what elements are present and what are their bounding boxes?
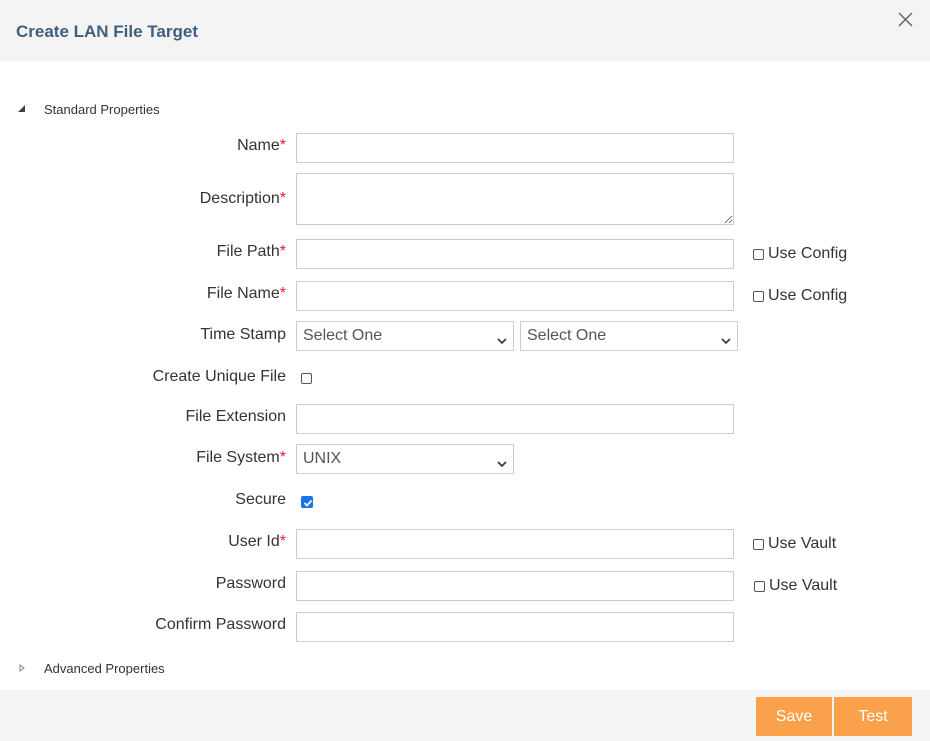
close-icon[interactable] xyxy=(896,10,916,30)
file-name-label: File Name* xyxy=(206,285,286,302)
section-standard-properties[interactable]: Standard Properties xyxy=(16,101,160,117)
file-system-select-value: UNIX xyxy=(303,450,342,467)
section-advanced-label: Advanced Properties xyxy=(44,660,165,676)
file-path-use-config[interactable]: Use Config xyxy=(753,244,847,264)
confirm-password-label: Confirm Password xyxy=(155,616,286,633)
password-label: Password xyxy=(215,575,286,592)
file-extension-label: File Extension xyxy=(185,408,287,425)
file-path-use-config-label: Use Config xyxy=(768,245,848,262)
secure-label: Secure xyxy=(235,491,286,508)
time-stamp-select-1[interactable]: Select One xyxy=(296,321,514,351)
file-name-input[interactable] xyxy=(296,281,734,311)
time-stamp-select-2[interactable]: Select One xyxy=(520,321,738,351)
user-id-input[interactable] xyxy=(296,529,734,559)
name-input[interactable] xyxy=(296,133,734,163)
confirm-password-input[interactable] xyxy=(296,612,734,642)
create-unique-file-checkbox[interactable] xyxy=(301,373,312,384)
caret-down-icon xyxy=(16,103,28,115)
section-standard-label: Standard Properties xyxy=(44,101,160,117)
file-system-label: File System* xyxy=(196,449,286,466)
file-path-use-config-checkbox[interactable] xyxy=(753,248,764,260)
chevron-down-icon xyxy=(497,332,507,345)
file-system-select[interactable]: UNIX xyxy=(296,444,514,474)
description-textarea[interactable] xyxy=(296,173,734,225)
file-name-use-config-label: Use Config xyxy=(768,287,848,304)
create-unique-file-label: Create Unique File xyxy=(152,368,286,385)
user-id-label: User Id* xyxy=(228,533,286,550)
time-stamp-select-1-value: Select One xyxy=(303,327,383,344)
password-use-vault-label: Use Vault xyxy=(769,577,838,594)
checkmark-icon xyxy=(303,499,313,507)
chevron-down-icon xyxy=(721,332,731,345)
time-stamp-select-2-value: Select One xyxy=(527,327,607,344)
password-use-vault[interactable]: Use Vault xyxy=(754,576,837,596)
file-name-use-config[interactable]: Use Config xyxy=(753,286,847,306)
caret-right-icon xyxy=(16,662,28,674)
file-extension-input[interactable] xyxy=(296,404,734,434)
file-name-use-config-checkbox[interactable] xyxy=(753,290,764,302)
test-button[interactable]: Test xyxy=(834,697,912,736)
time-stamp-label: Time Stamp xyxy=(200,326,286,343)
secure-checkbox[interactable] xyxy=(301,496,313,508)
dialog-header: Create LAN File Target xyxy=(0,0,930,61)
user-id-use-vault[interactable]: Use Vault xyxy=(753,534,836,554)
name-label: Name* xyxy=(237,137,286,154)
save-button[interactable]: Save xyxy=(756,697,832,736)
file-path-label: File Path* xyxy=(216,243,286,260)
file-path-input[interactable] xyxy=(296,239,734,269)
password-use-vault-checkbox[interactable] xyxy=(754,580,765,592)
user-id-use-vault-label: Use Vault xyxy=(768,535,837,552)
section-advanced-properties[interactable]: Advanced Properties xyxy=(16,660,165,676)
description-label: Description* xyxy=(199,190,286,207)
dialog-title: Create LAN File Target xyxy=(16,22,199,41)
user-id-use-vault-checkbox[interactable] xyxy=(753,538,764,550)
password-input[interactable] xyxy=(296,571,734,601)
chevron-down-icon xyxy=(497,455,507,468)
